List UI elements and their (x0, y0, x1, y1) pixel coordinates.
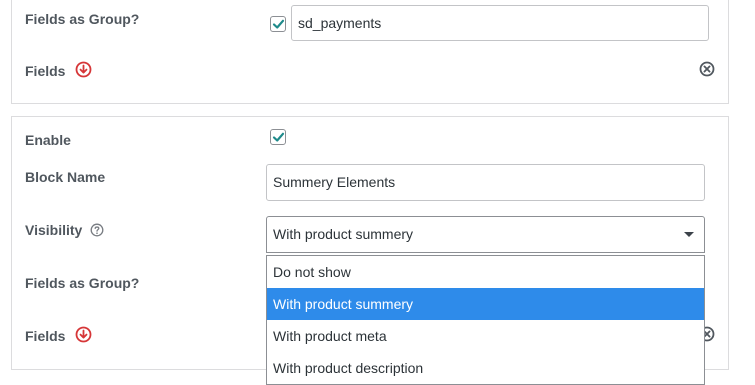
fields-as-group-label: Fields as Group? (25, 11, 140, 27)
fields-as-group-label-2: Fields as Group? (25, 275, 140, 291)
group-name-input[interactable]: sd_payments (291, 5, 709, 41)
help-icon[interactable] (90, 223, 104, 237)
fields-label-2: Fields (25, 328, 66, 344)
fields-label: Fields (25, 63, 66, 79)
caret-down-icon (684, 232, 694, 237)
visibility-option-product-description[interactable]: With product description (267, 352, 704, 384)
visibility-selected-value: With product summery (273, 226, 414, 242)
block-name-label: Block Name (25, 169, 106, 185)
arrow-circle-down-icon[interactable] (75, 326, 92, 343)
visibility-option-do-not-show[interactable]: Do not show (267, 256, 704, 288)
enable-checkbox[interactable] (270, 129, 286, 145)
enable-label: Enable (25, 132, 71, 148)
checkmark-icon (272, 19, 285, 29)
visibility-option-product-meta[interactable]: With product meta (267, 320, 704, 352)
checkmark-icon (272, 132, 285, 142)
arrow-circle-down-icon[interactable] (75, 61, 92, 78)
visibility-dropdown-list: Do not show With product summery With pr… (266, 255, 705, 385)
visibility-label: Visibility (25, 222, 83, 238)
fields-as-group-checkbox[interactable] (270, 16, 286, 32)
block-name-input[interactable]: Summery Elements (266, 164, 705, 201)
visibility-option-product-summery[interactable]: With product summery (267, 288, 704, 320)
visibility-select[interactable]: With product summery (266, 216, 705, 253)
close-circle-icon[interactable] (699, 61, 715, 77)
